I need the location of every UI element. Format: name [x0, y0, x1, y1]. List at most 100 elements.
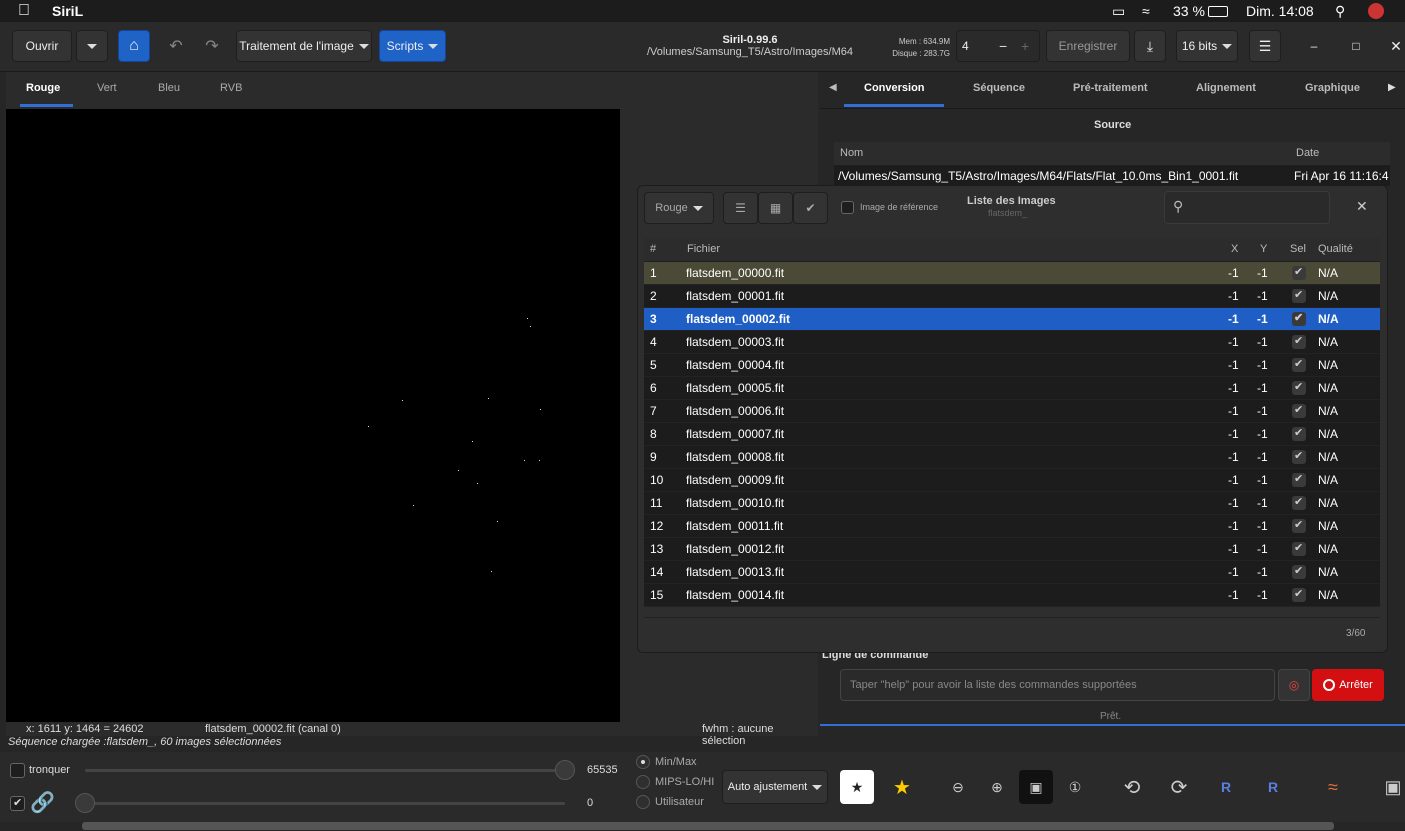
scripts-menu[interactable]: Scripts: [379, 30, 446, 62]
select-all-button[interactable]: ▦: [758, 192, 793, 224]
command-input[interactable]: Taper "help" pour avoir la liste des com…: [840, 669, 1275, 701]
close-window-button[interactable]: ✕: [1386, 30, 1405, 62]
dialog-close-button[interactable]: ✕: [1356, 198, 1368, 215]
histogram-icon[interactable]: ≈: [1316, 770, 1350, 804]
maximize-button[interactable]: □: [1344, 30, 1368, 62]
max-slider-handle[interactable]: [555, 760, 575, 780]
threads-value[interactable]: 4: [962, 39, 969, 53]
row-select-checkbox[interactable]: [1292, 587, 1306, 602]
mirror-horizontal-icon[interactable]: R: [1256, 770, 1290, 804]
row-select-checkbox[interactable]: [1292, 357, 1306, 372]
bit-depth-menu[interactable]: 16 bits: [1176, 30, 1238, 62]
tab-conversion[interactable]: Conversion: [864, 82, 925, 94]
main-menu-button[interactable]: ☰: [1249, 30, 1281, 62]
search-input[interactable]: ⚲: [1164, 191, 1330, 224]
image-info-icon[interactable]: ▣: [1376, 770, 1405, 804]
open-dropdown-button[interactable]: [76, 30, 108, 62]
zoom-fit-icon[interactable]: ▣: [1019, 770, 1053, 804]
negative-view-icon[interactable]: ★: [840, 770, 874, 804]
row-select-checkbox[interactable]: [1292, 265, 1306, 280]
user-radio[interactable]: [636, 795, 650, 809]
table-row[interactable]: 5 flatsdem_00004.fit -1 -1 N/A: [644, 354, 1380, 377]
app-name[interactable]: SiriL: [52, 3, 83, 19]
battery-icon[interactable]: [1208, 6, 1228, 17]
menubar-clock[interactable]: Dim. 14:08: [1246, 3, 1314, 19]
row-select-checkbox[interactable]: [1292, 426, 1306, 441]
spotlight-icon[interactable]: ⚲: [1335, 3, 1345, 20]
redo-button[interactable]: ↷: [198, 30, 226, 62]
link-sliders-checkbox[interactable]: [10, 796, 25, 811]
row-select-checkbox[interactable]: [1292, 334, 1306, 349]
undo-button[interactable]: ↶: [162, 30, 190, 62]
table-row[interactable]: 2 flatsdem_00001.fit -1 -1 N/A: [644, 285, 1380, 308]
mips-radio[interactable]: [636, 775, 650, 789]
export-button[interactable]: ⤓: [1134, 30, 1166, 62]
table-row[interactable]: 1 flatsdem_00000.fit -1 -1 N/A: [644, 262, 1380, 285]
minmax-radio[interactable]: [636, 755, 650, 769]
reference-image-checkbox[interactable]: [841, 201, 854, 214]
tab-rouge[interactable]: Rouge: [26, 82, 60, 94]
row-select-checkbox[interactable]: [1292, 311, 1306, 326]
table-row[interactable]: 10 flatsdem_00009.fit -1 -1 N/A: [644, 469, 1380, 492]
col-num[interactable]: #: [650, 243, 656, 255]
stop-button[interactable]: Arrêter: [1312, 669, 1384, 701]
col-quality[interactable]: Qualité: [1318, 243, 1353, 255]
link-icon[interactable]: 🔗: [30, 790, 55, 815]
table-row[interactable]: 8 flatsdem_00007.fit -1 -1 N/A: [644, 423, 1380, 446]
col-x[interactable]: X: [1231, 243, 1238, 255]
table-row[interactable]: 15 flatsdem_00014.fit -1 -1 N/A: [644, 584, 1380, 607]
col-file[interactable]: Fichier: [687, 243, 720, 255]
tab-preprocessing[interactable]: Pré-traitement: [1073, 82, 1148, 94]
open-button[interactable]: Ouvrir: [12, 30, 72, 62]
apple-icon[interactable]: : [18, 2, 30, 20]
table-row[interactable]: 11 flatsdem_00010.fit -1 -1 N/A: [644, 492, 1380, 515]
tab-rvb[interactable]: RVB: [220, 82, 242, 94]
color-star-icon[interactable]: ★: [885, 770, 919, 804]
save-button[interactable]: Enregistrer: [1046, 30, 1130, 62]
table-row[interactable]: 4 flatsdem_00003.fit -1 -1 N/A: [644, 331, 1380, 354]
rotate-left-icon[interactable]: ⟲: [1115, 770, 1149, 804]
row-select-checkbox[interactable]: [1292, 472, 1306, 487]
row-select-checkbox[interactable]: [1292, 403, 1306, 418]
zoom-out-icon[interactable]: ⊖: [941, 770, 975, 804]
max-slider-track[interactable]: [85, 769, 565, 772]
auto-adjust-menu[interactable]: Auto ajustement: [722, 770, 828, 804]
tronquer-checkbox[interactable]: [10, 763, 25, 778]
zoom-100-icon[interactable]: ①: [1058, 770, 1092, 804]
min-slider-handle[interactable]: [75, 793, 95, 813]
wifi-icon[interactable]: ≈: [1142, 3, 1150, 19]
tab-vert[interactable]: Vert: [97, 82, 117, 94]
tab-sequence[interactable]: Séquence: [973, 82, 1025, 94]
home-button[interactable]: ⌂: [118, 30, 150, 62]
minimize-button[interactable]: –: [1302, 30, 1326, 62]
col-y[interactable]: Y: [1260, 243, 1267, 255]
image-canvas[interactable]: [6, 109, 620, 722]
table-row[interactable]: 9 flatsdem_00008.fit -1 -1 N/A: [644, 446, 1380, 469]
minus-icon[interactable]: −: [999, 38, 1007, 54]
row-select-checkbox[interactable]: [1292, 495, 1306, 510]
tab-scroll-left-icon[interactable]: ◀: [829, 82, 837, 93]
min-slider-track[interactable]: [85, 802, 565, 805]
row-select-checkbox[interactable]: [1292, 380, 1306, 395]
source-file-row[interactable]: /Volumes/Samsung_T5/Astro/Images/M64/Fla…: [834, 166, 1390, 186]
plus-icon[interactable]: +: [1021, 38, 1029, 54]
channel-select[interactable]: Rouge: [644, 192, 714, 224]
tab-bleu[interactable]: Bleu: [158, 82, 180, 94]
check-button[interactable]: ✔: [793, 192, 828, 224]
horizontal-scrollbar[interactable]: [82, 822, 1334, 830]
tab-graph[interactable]: Graphique: [1305, 82, 1360, 94]
col-sel[interactable]: Sel: [1290, 243, 1306, 255]
tab-scroll-right-icon[interactable]: ▶: [1388, 82, 1396, 93]
table-row[interactable]: 6 flatsdem_00005.fit -1 -1 N/A: [644, 377, 1380, 400]
row-select-checkbox[interactable]: [1292, 449, 1306, 464]
table-row[interactable]: 7 flatsdem_00006.fit -1 -1 N/A: [644, 400, 1380, 423]
table-row[interactable]: 12 flatsdem_00011.fit -1 -1 N/A: [644, 515, 1380, 538]
help-button[interactable]: ◎: [1278, 669, 1310, 701]
col-name[interactable]: Nom: [840, 147, 863, 159]
row-select-checkbox[interactable]: [1292, 518, 1306, 533]
zoom-in-icon[interactable]: ⊕: [980, 770, 1014, 804]
airplay-icon[interactable]: ▭: [1112, 3, 1125, 20]
table-row[interactable]: 14 flatsdem_00013.fit -1 -1 N/A: [644, 561, 1380, 584]
col-date[interactable]: Date: [1296, 147, 1319, 159]
table-row[interactable]: 13 flatsdem_00012.fit -1 -1 N/A: [644, 538, 1380, 561]
